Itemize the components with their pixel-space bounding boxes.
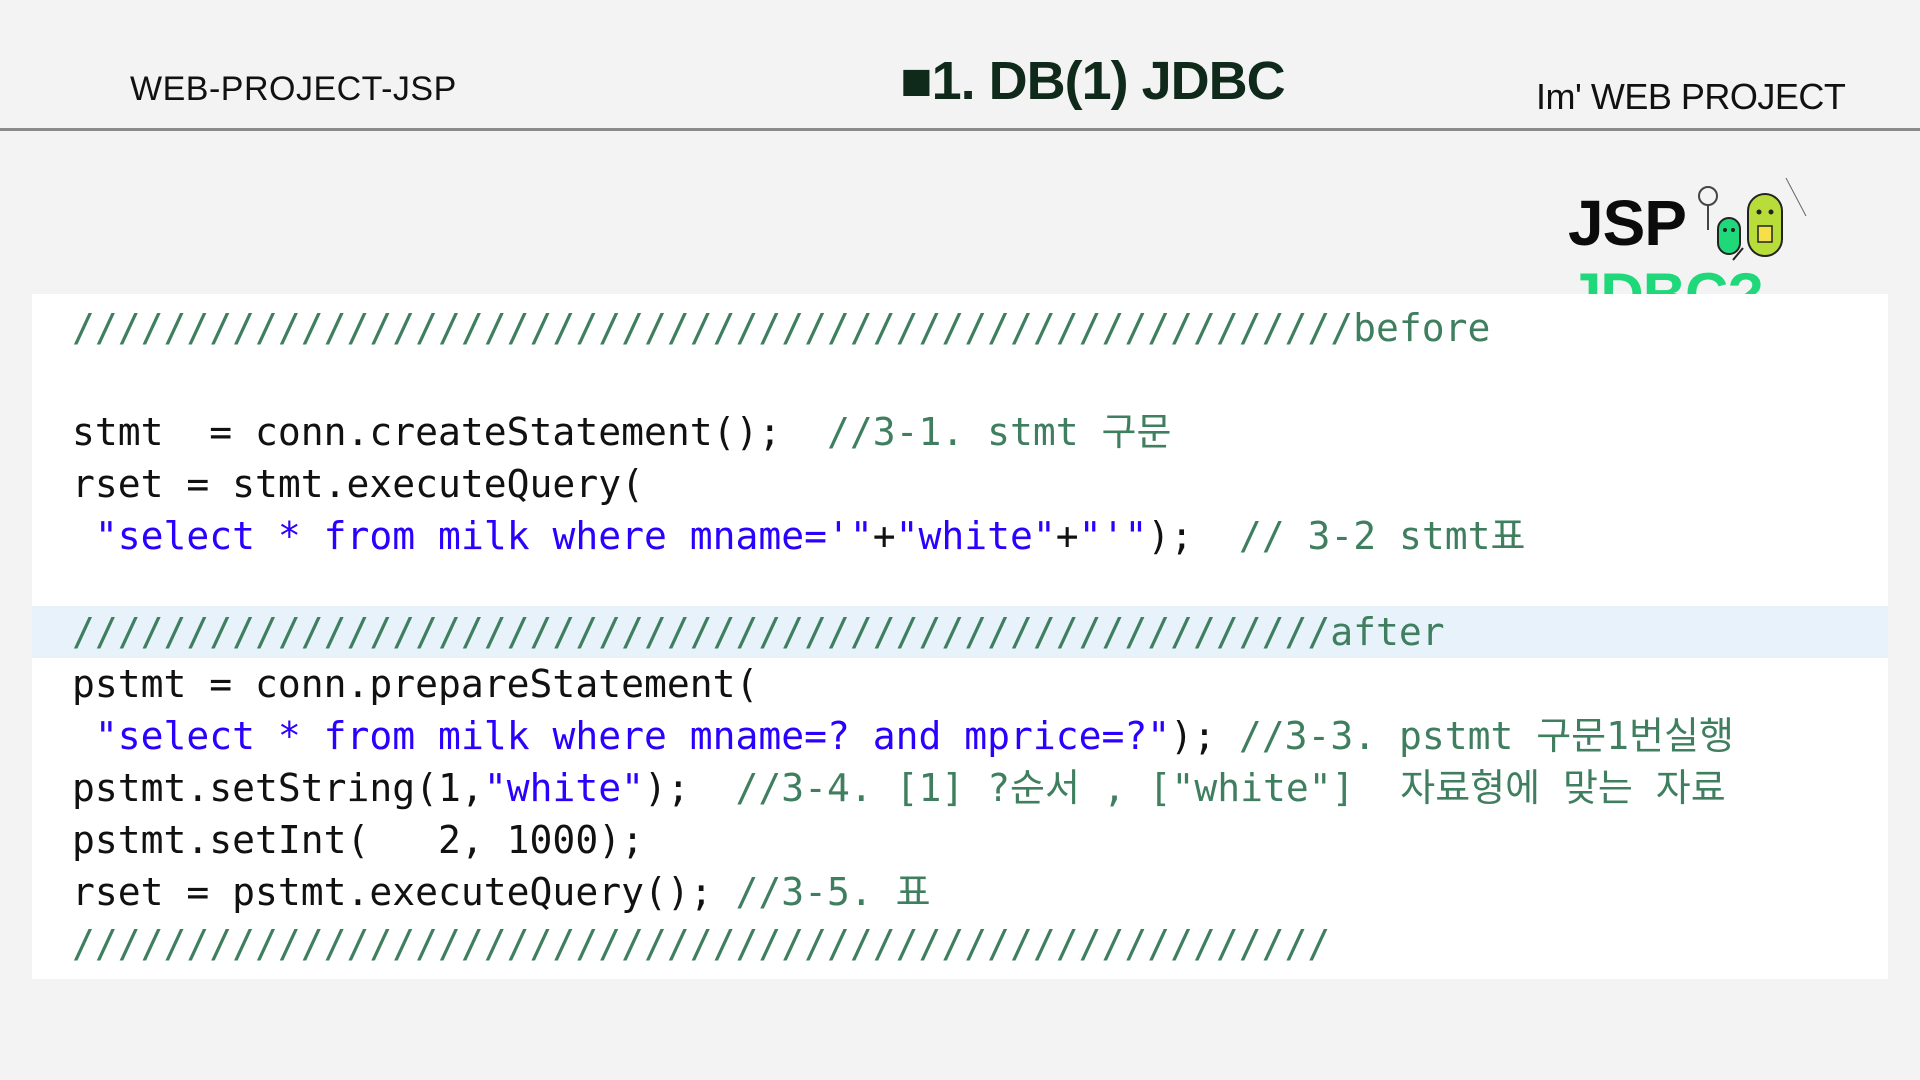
string-literal: "select * from milk where mname='" [94, 514, 873, 558]
code-text: stmt = conn.createStatement(); [72, 410, 782, 454]
string-literal: "white" [895, 514, 1056, 558]
code-editor: ////////////////////////////////////////… [32, 294, 1888, 979]
code-line-2: rset = stmt.executeQuery( [72, 458, 644, 510]
code-comment: // 3-2 stmt표 [1238, 514, 1526, 558]
code-line-after-marker: ////////////////////////////////////////… [72, 606, 1445, 658]
code-line-5: "select * from milk where mname=? and mp… [72, 710, 1734, 762]
code-line-6: pstmt.setString(1,"white"); //3-4. [1] ?… [72, 762, 1726, 814]
slide-header: WEB-PROJECT-JSP ■1. DB(1) JDBC Im' WEB P… [0, 0, 1920, 131]
code-line-1: stmt = conn.createStatement(); //3-1. st… [72, 406, 1171, 458]
end-marker: ////////////////////////////////////////… [72, 922, 1331, 966]
after-marker: ////////////////////////////////////////… [72, 610, 1445, 654]
string-literal: "select * from milk where mname=? and mp… [94, 714, 1171, 758]
string-literal: "white" [483, 766, 644, 810]
code-text: + [872, 514, 896, 558]
code-line-7: pstmt.setInt( 2, 1000); [72, 814, 644, 866]
code-text: pstmt.setInt( 2, 1000); [72, 818, 644, 862]
code-text: pstmt.setString(1, [72, 766, 484, 810]
code-text: rset = stmt.executeQuery( [72, 462, 644, 506]
code-line-3: "select * from milk where mname='"+"whit… [72, 510, 1526, 562]
code-comment: //3-1. stmt 구문 [826, 410, 1172, 454]
logo-jsp-text: JSP [1568, 187, 1687, 259]
brand-label: Im' WEB PROJECT [1536, 76, 1846, 117]
code-line-4: pstmt = conn.prepareStatement( [72, 658, 758, 710]
page-title: ■1. DB(1) JDBC [900, 51, 1286, 111]
code-line-end-marker: ////////////////////////////////////////… [72, 918, 1330, 970]
project-label: WEB-PROJECT-JSP [130, 70, 457, 108]
code-text: rset = pstmt.executeQuery(); [72, 870, 713, 914]
code-comment: //3-4. [1] ?순서 , ["white"] 자료형에 맞는 자료 [735, 766, 1726, 810]
mascot-icon [1698, 177, 1807, 261]
code-text: ); [1170, 714, 1216, 758]
code-comment: //3-3. pstmt 구문1번실행 [1238, 714, 1734, 758]
code-comment: //3-5. 표 [735, 870, 931, 914]
code-text: + [1055, 514, 1079, 558]
code-text: pstmt = conn.prepareStatement( [72, 662, 759, 706]
code-line-before-marker: ////////////////////////////////////////… [72, 302, 1490, 354]
before-marker: ////////////////////////////////////////… [72, 306, 1491, 350]
code-text: ); [643, 766, 690, 810]
string-literal: "'" [1078, 514, 1148, 558]
code-line-8: rset = pstmt.executeQuery(); //3-5. 표 [72, 866, 931, 918]
code-text: ); [1147, 514, 1194, 558]
